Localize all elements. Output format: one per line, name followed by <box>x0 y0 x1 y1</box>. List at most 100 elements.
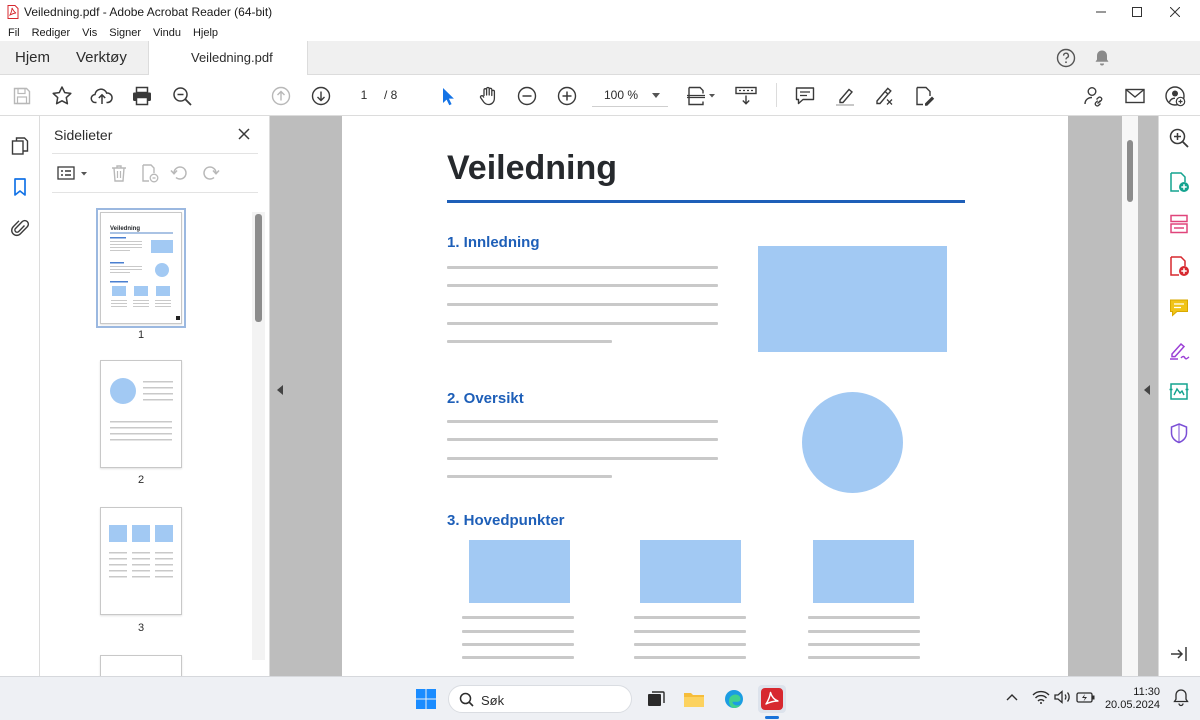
next-page-button[interactable] <box>309 84 333 108</box>
page-thumbnails-panel: Sidelieter Veiledning 1 2 3 <box>40 116 270 676</box>
scroll-mode-button[interactable] <box>734 84 758 108</box>
menu-help[interactable]: Hjelp <box>193 27 218 39</box>
bookmarks-button[interactable] <box>8 175 32 199</box>
notifications-button[interactable] <box>1092 48 1112 68</box>
left-navigation-rail <box>0 116 40 676</box>
zoom-tool-button[interactable] <box>1167 126 1191 150</box>
wifi-icon <box>1032 690 1050 704</box>
zoom-out-button[interactable] <box>515 84 539 108</box>
bookmark-star-button[interactable] <box>50 84 74 108</box>
volume-button[interactable] <box>1054 690 1072 704</box>
share-link-button[interactable] <box>1083 84 1107 108</box>
edge-icon <box>725 690 743 708</box>
email-button[interactable] <box>1123 84 1147 108</box>
select-tool-button[interactable] <box>436 84 460 108</box>
request-signature-button[interactable] <box>1167 379 1191 403</box>
close-window-button[interactable] <box>1152 0 1198 24</box>
tab-home[interactable]: Hjem <box>15 41 50 75</box>
notification-center-button[interactable] <box>1170 687 1192 709</box>
add-comment-button[interactable] <box>1167 296 1191 320</box>
thumbnail-page-2[interactable] <box>100 360 182 468</box>
hand-icon <box>479 86 496 106</box>
task-view-button[interactable] <box>642 685 670 713</box>
hand-tool-button[interactable] <box>476 84 500 108</box>
section-heading-1: 1. Innledning <box>447 234 540 251</box>
circle-placeholder <box>802 392 903 493</box>
comment-icon <box>795 87 815 105</box>
text-line <box>447 475 612 478</box>
rotate-clockwise-button[interactable] <box>200 162 222 184</box>
previous-page-button[interactable] <box>269 84 293 108</box>
account-button[interactable] <box>1163 84 1187 108</box>
zoom-in-button[interactable] <box>555 84 579 108</box>
edge-browser-button[interactable] <box>720 685 748 713</box>
user-add-icon <box>1165 86 1186 107</box>
thumbnail-page-1[interactable]: Veiledning <box>96 208 186 328</box>
file-explorer-button[interactable] <box>680 685 708 713</box>
create-pdf-button[interactable] <box>1167 170 1191 194</box>
task-view-icon <box>648 691 665 706</box>
export-pdf-button[interactable] <box>1167 254 1191 278</box>
collapse-right-panel-button[interactable] <box>1143 384 1151 396</box>
zoom-level-value: 100 % <box>604 88 639 102</box>
printer-icon <box>133 86 151 106</box>
thumbnail-page-3[interactable] <box>100 507 182 615</box>
expand-tools-pane-button[interactable] <box>1167 642 1191 666</box>
panel-close-button[interactable] <box>236 126 252 142</box>
document-scrollbar[interactable] <box>1127 140 1133 202</box>
extract-page-button[interactable] <box>138 162 160 184</box>
folder-icon <box>684 693 704 707</box>
tab-document-label: Veiledning.pdf <box>191 50 273 65</box>
text-line <box>634 630 746 633</box>
menu-view[interactable]: Vis <box>82 27 97 39</box>
attachments-button[interactable] <box>8 216 32 240</box>
draw-button[interactable] <box>872 84 896 108</box>
panel-title: Sidelieter <box>54 127 113 143</box>
text-line <box>808 643 920 646</box>
close-icon <box>238 128 250 140</box>
text-line <box>447 266 718 269</box>
battery-button[interactable] <box>1076 690 1096 704</box>
thumbnail-1-preview: Veiledning <box>110 226 180 320</box>
wifi-button[interactable] <box>1032 690 1050 704</box>
rotate-counterclockwise-button[interactable] <box>168 162 190 184</box>
tab-document[interactable]: Veiledning.pdf <box>148 41 308 75</box>
acrobat-reader-taskbar-button[interactable] <box>758 685 786 713</box>
comment-button[interactable] <box>793 84 817 108</box>
text-line <box>634 656 746 659</box>
pages-icon <box>11 137 29 155</box>
fill-and-sign-button[interactable] <box>1167 338 1191 362</box>
menu-file[interactable]: Fil <box>8 27 20 39</box>
show-hidden-icons-button[interactable] <box>1006 692 1018 702</box>
organize-pages-button[interactable] <box>1167 212 1191 236</box>
text-line <box>462 643 574 646</box>
tab-tools[interactable]: Verktøy <box>76 41 127 75</box>
system-clock[interactable]: 11:30 20.05.2024 <box>1104 686 1160 712</box>
text-line <box>447 284 718 287</box>
print-button[interactable] <box>130 84 154 108</box>
save-button[interactable] <box>10 84 34 108</box>
page-thumbnails-button[interactable] <box>8 134 32 158</box>
collapse-left-panel-button[interactable] <box>276 384 284 396</box>
upload-cloud-button[interactable] <box>90 84 114 108</box>
comment-icon <box>1170 299 1188 317</box>
page-number-input[interactable] <box>347 83 381 107</box>
thumbnail-page-4[interactable] <box>100 655 182 676</box>
taskbar: Søk 11:30 20.05.2024 <box>0 676 1200 720</box>
menu-window[interactable]: Vindu <box>153 27 181 39</box>
zoom-search-button[interactable] <box>170 84 194 108</box>
text-line <box>447 438 718 441</box>
taskbar-search-box[interactable]: Søk <box>448 685 632 713</box>
highlight-button[interactable] <box>833 84 857 108</box>
start-button[interactable] <box>412 685 440 713</box>
thumbnail-options-button[interactable] <box>56 162 90 184</box>
protect-button[interactable] <box>1167 421 1191 445</box>
delete-page-button[interactable] <box>108 162 130 184</box>
zoom-level-dropdown[interactable]: 100 % <box>592 83 668 107</box>
thumbnail-scrollbar[interactable] <box>255 214 262 322</box>
help-button[interactable] <box>1056 48 1076 68</box>
page-display-button[interactable] <box>684 84 718 108</box>
fill-sign-button[interactable] <box>912 84 936 108</box>
menu-edit[interactable]: Rediger <box>32 27 71 39</box>
menu-sign[interactable]: Signer <box>109 27 141 39</box>
